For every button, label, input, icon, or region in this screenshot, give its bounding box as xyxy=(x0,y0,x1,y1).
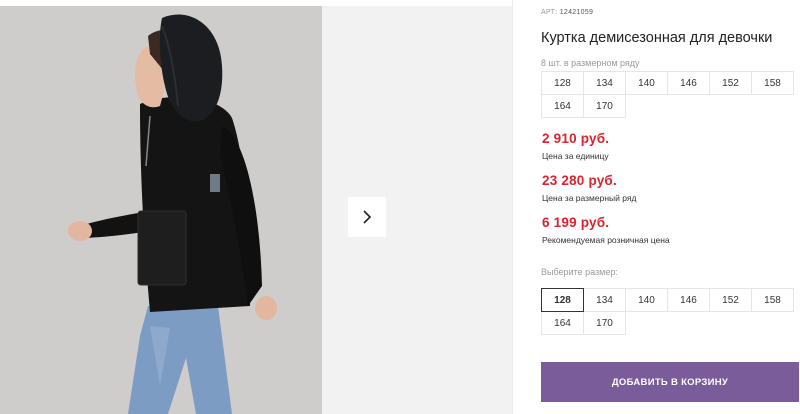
size-row-cell: 170 xyxy=(583,94,626,118)
choose-size-label: Выберите размер: xyxy=(541,267,618,277)
sizes-in-row-caption: 8 шт. в размерном ряду xyxy=(541,58,640,68)
size-option-128[interactable]: 128 xyxy=(541,288,584,312)
unit-price-caption: Цена за единицу xyxy=(542,151,609,161)
retail-price-caption: Рекомендуемая розничная цена xyxy=(542,235,670,245)
retail-price: 6 199 руб. xyxy=(542,215,610,230)
product-gallery xyxy=(0,0,512,414)
size-option-158[interactable]: 158 xyxy=(751,288,794,312)
size-row-cell: 152 xyxy=(709,71,752,95)
size-option-170[interactable]: 170 xyxy=(583,311,626,335)
size-option-146[interactable]: 146 xyxy=(667,288,710,312)
size-option-164[interactable]: 164 xyxy=(541,311,584,335)
unit-price: 2 910 руб. xyxy=(542,131,610,146)
size-row-cell: 164 xyxy=(541,94,584,118)
article-value: 12421059 xyxy=(559,9,594,16)
size-selector: 128 134 140 146 152 158 164 170 xyxy=(541,288,800,335)
article-label: АРТ: xyxy=(541,9,558,16)
product-photo xyxy=(0,6,322,414)
chevron-right-icon xyxy=(363,210,372,224)
gallery-next-button[interactable] xyxy=(348,197,386,237)
size-selector-row: 128 134 140 146 152 158 xyxy=(541,288,800,312)
size-row-cell: 146 xyxy=(667,71,710,95)
size-row: 164 170 xyxy=(541,94,800,118)
size-row-price-caption: Цена за размерный ряд xyxy=(542,193,637,203)
size-row-cell: 158 xyxy=(751,71,794,95)
size-option-140[interactable]: 140 xyxy=(625,288,668,312)
add-to-cart-button[interactable]: ДОБАВИТЬ В КОРЗИНУ xyxy=(541,362,799,402)
size-row-cell: 140 xyxy=(625,71,668,95)
size-option-134[interactable]: 134 xyxy=(583,288,626,312)
size-row-cell: 128 xyxy=(541,71,584,95)
size-row-price: 23 280 руб. xyxy=(542,173,617,188)
size-row-cell: 134 xyxy=(583,71,626,95)
product-photo-image xyxy=(0,6,322,414)
product-title: Куртка демисезонная для девочки xyxy=(541,30,773,46)
size-option-152[interactable]: 152 xyxy=(709,288,752,312)
size-row: 128 134 140 146 152 158 xyxy=(541,71,800,95)
product-details-panel: АРТ: 12421059 Куртка демисезонная для де… xyxy=(512,0,800,414)
size-selector-row: 164 170 xyxy=(541,311,800,335)
size-row-grid: 128 134 140 146 152 158 164 170 xyxy=(541,71,800,118)
article-number: АРТ: 12421059 xyxy=(541,9,593,16)
